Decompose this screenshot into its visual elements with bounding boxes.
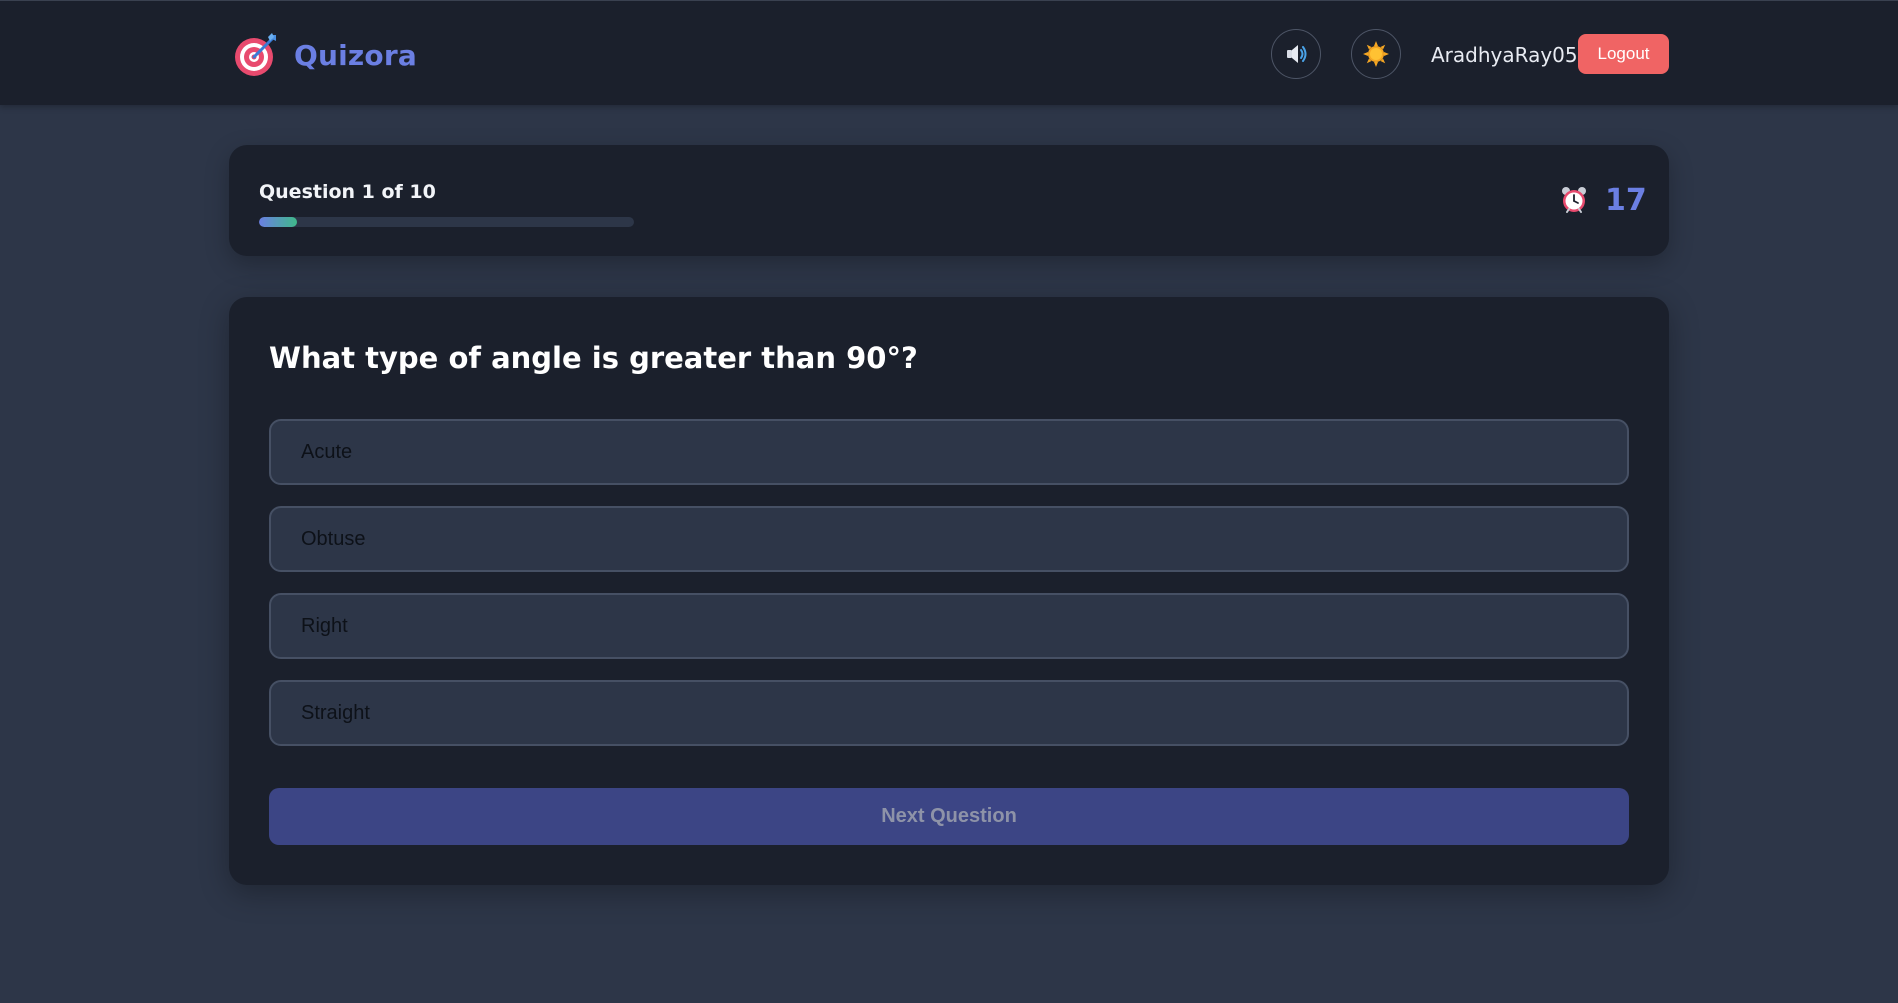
brand-name: Quizora: [294, 38, 417, 72]
answer-option-obtuse[interactable]: Obtuse: [269, 506, 1629, 572]
speaker-icon: [1287, 45, 1307, 63]
logout-button[interactable]: Logout: [1578, 34, 1669, 74]
sun-icon: [1363, 41, 1389, 67]
sound-toggle-button[interactable]: [1271, 29, 1321, 79]
progress-card: Question 1 of 10 17: [229, 145, 1669, 256]
question-counter: Question 1 of 10: [259, 181, 436, 203]
answer-option-acute[interactable]: Acute: [269, 419, 1629, 485]
progress-bar-fill: [259, 217, 297, 227]
question-text: What type of angle is greater than 90°?: [269, 341, 918, 375]
question-card: What type of angle is greater than 90°? …: [229, 297, 1669, 885]
answer-options: Acute Obtuse Right Straight: [269, 419, 1629, 767]
progress-bar: [259, 217, 634, 227]
answer-option-straight[interactable]: Straight: [269, 680, 1629, 746]
username: AradhyaRay05: [1431, 43, 1578, 67]
dart-target-icon: [235, 33, 276, 76]
answer-option-right[interactable]: Right: [269, 593, 1629, 659]
theme-toggle-button[interactable]: [1351, 29, 1401, 79]
top-navbar: Quizora AradhyaRay05 Logout: [0, 0, 1898, 105]
next-question-button[interactable]: Next Question: [269, 788, 1629, 845]
timer-countdown: 17: [1605, 183, 1647, 218]
brand[interactable]: Quizora: [232, 31, 417, 79]
alarm-clock-icon: [1562, 187, 1586, 213]
